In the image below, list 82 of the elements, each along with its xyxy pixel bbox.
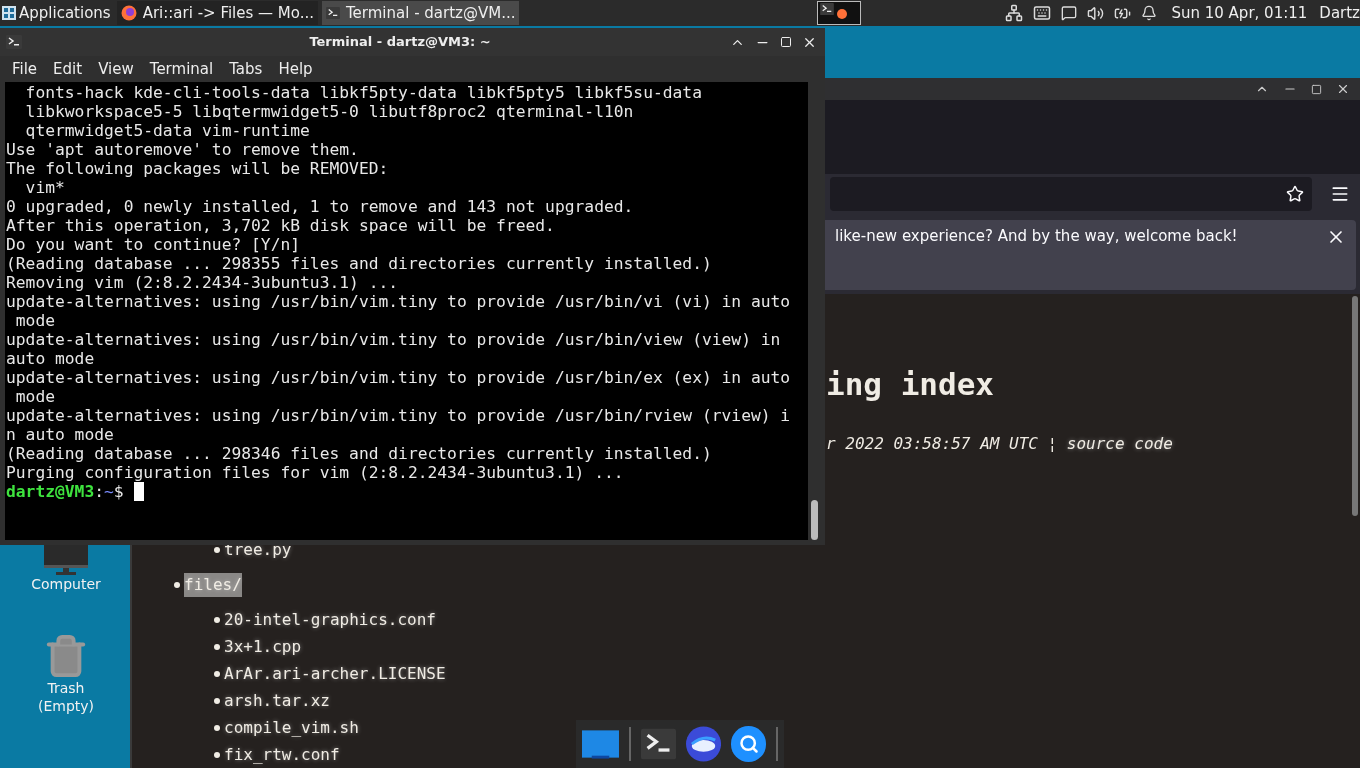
- workspace-browser-icon: [837, 9, 848, 19]
- bullet-icon: [214, 546, 220, 553]
- terminal-line: mode: [14, 311, 56, 330]
- bullet-icon: [174, 581, 180, 588]
- menu-item[interactable]: Help: [270, 57, 321, 81]
- terminal-icon: [6, 35, 22, 49]
- terminal-line: mode: [14, 387, 56, 406]
- file-list-item: tree.py: [224, 538, 292, 561]
- window-title: Terminal - dartz@VM3: ~: [308, 33, 492, 52]
- bullet-icon: [214, 670, 220, 677]
- taskbar-button[interactable]: Terminal - dartz@VM...: [322, 1, 520, 25]
- terminal-line: 0 upgraded, 0 newly installed, 1 to remove and 143 not upgraded.: [6, 197, 635, 216]
- terminal-line: vim*: [24, 178, 66, 197]
- prompt-symbol: $: [113, 482, 124, 501]
- menu-grid-icon: [2, 6, 16, 20]
- terminal-line: fonts-hack kde-cli-tools-data libkf5pty-data libkf5pty5 libkf5su-data: [24, 83, 703, 102]
- terminal-line: After this operation, 3,702 kB disk space will be freed.: [6, 216, 556, 235]
- page-heading: ing index: [826, 365, 994, 404]
- terminal-line: (Reading database ... 298346 files and directories currently installed.): [6, 444, 713, 463]
- volume-icon[interactable]: [1087, 4, 1105, 22]
- file-list-item: 3x+1.cpp: [224, 635, 302, 658]
- folder-icon[interactable]: [582, 728, 619, 760]
- computer-icon[interactable]: [44, 545, 88, 575]
- terminal-line: qtermwidget5-data vim-runtime: [24, 121, 311, 140]
- terminal-line: (Reading database ... 298355 files and directories currently installed.): [6, 254, 713, 273]
- notification-bell-icon[interactable]: [1141, 5, 1158, 21]
- bullet-icon: [214, 724, 220, 731]
- terminal-line: Use 'apt autoremove' to remove them.: [6, 140, 360, 159]
- prompt-user: dartz@VM3: [6, 482, 95, 501]
- scrollbar-thumb[interactable]: [810, 500, 818, 540]
- search-icon[interactable]: [731, 726, 767, 762]
- menu-item[interactable]: View: [90, 57, 142, 81]
- close-icon[interactable]: [1336, 82, 1350, 96]
- menu-item[interactable]: Terminal: [141, 57, 222, 81]
- file-list-item: arsh.tar.xz: [224, 689, 330, 712]
- bullet-icon: [214, 616, 220, 623]
- browser-icon: [120, 5, 137, 21]
- terminal-line: libkworkspace5-5 libqtermwidget5-0 libutf8proc2 qterminal-l10n: [24, 102, 635, 121]
- user-name[interactable]: Dartz: [1319, 1, 1360, 25]
- file-list-item: compile_vim.sh: [224, 716, 359, 739]
- applications-menu[interactable]: Applications: [0, 1, 113, 25]
- desktop-icon-label[interactable]: Computer: [31, 575, 101, 593]
- bullet-icon: [214, 751, 220, 758]
- terminal-line: n auto mode: [6, 425, 115, 444]
- bookmark-star-icon[interactable]: [1286, 185, 1304, 203]
- workspace-terminal-icon: [819, 3, 836, 15]
- terminal-line: The following packages will be REMOVED:: [6, 159, 390, 178]
- terminal-icon: [326, 7, 340, 19]
- text-cursor: [133, 482, 144, 501]
- prompt-separator: :: [94, 482, 105, 501]
- terminal-line: Do you want to continue? [Y/n]: [6, 235, 302, 254]
- terminal-line: update-alternatives: using /usr/bin/vim.tiny to provide /usr/bin/view (view) in: [6, 330, 782, 349]
- notification-text: like-new experience? And by the way, welcome back!: [835, 226, 1238, 247]
- terminal-line: update-alternatives: using /usr/bin/vim.tiny to provide /usr/bin/ex (ex) in auto: [6, 368, 792, 387]
- terminal-line: Removing vim (2:8.2.2434-3ubuntu3.1) ...: [6, 273, 400, 292]
- maximize-icon[interactable]: [1311, 83, 1322, 95]
- menu-item[interactable]: Tabs: [221, 57, 271, 81]
- bullet-icon: [214, 643, 220, 650]
- taskbar-button[interactable]: Ari::ari -> Files — Mo...: [116, 1, 318, 25]
- menu-item[interactable]: Edit: [45, 57, 91, 81]
- folder-list-item: files/: [184, 572, 242, 597]
- file-list-item: 20-intel-graphics.conf: [224, 608, 436, 631]
- bullet-icon: [214, 697, 220, 704]
- network-icon[interactable]: [1005, 4, 1024, 22]
- page-meta: r 2022 03:58:57 AM UTC ¦: [826, 433, 1059, 455]
- keyboard-icon[interactable]: [1033, 4, 1052, 22]
- menu-icon[interactable]: [1330, 184, 1350, 204]
- terminal-line: update-alternatives: using /usr/bin/vim.tiny to provide /usr/bin/vi (vi) in auto: [6, 292, 792, 311]
- terminal-line: update-alternatives: using /usr/bin/vim.tiny to provide /usr/bin/rview (rview) i: [6, 406, 792, 425]
- scrollbar[interactable]: [1352, 296, 1358, 516]
- terminal-line: auto mode: [6, 349, 96, 368]
- file-list-item: ArAr.ari-archer.LICENSE: [224, 662, 446, 685]
- workspace-switcher[interactable]: [817, 1, 862, 25]
- planet-icon[interactable]: [686, 726, 722, 762]
- terminal-line: Purging configuration files for vim (2:8.2.2434-3ubuntu3.1) ...: [6, 463, 625, 482]
- file-list-item: fix_rtw.conf: [224, 743, 340, 766]
- desktop-icon-label[interactable]: Trash (Empty): [31, 679, 101, 715]
- prompt-path: ~: [104, 482, 114, 501]
- clock[interactable]: Sun 10 Apr, 01:11: [1171, 1, 1308, 25]
- menu-item[interactable]: File: [4, 57, 46, 81]
- terminal-icon: [640, 728, 676, 760]
- source-code-link[interactable]: source code: [1066, 433, 1173, 455]
